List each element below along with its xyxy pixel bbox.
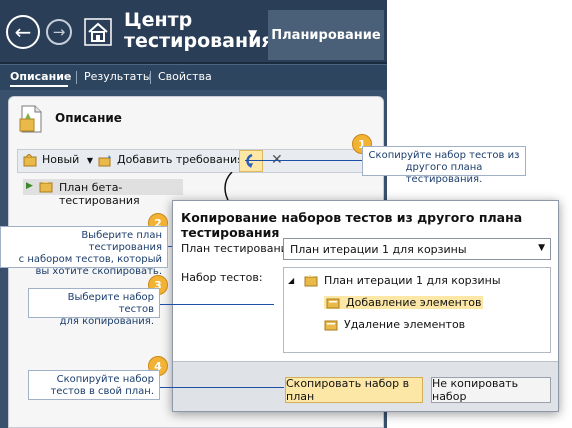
tree-item-label: Добавление элементов [346,296,482,309]
copy-suite-to-plan-button[interactable]: Скопировать набор в план [285,377,423,403]
callout-1: Скопируйте набор тестов из другого плана… [362,146,526,185]
subnav-description[interactable]: Описание [10,70,71,83]
expand-icon[interactable]: ▶ [26,181,33,191]
tree-item-label: Удаление элементов [344,318,466,331]
tree-root-label: План итерации 1 для корзины [324,274,501,287]
tree-item[interactable]: Добавление элементов [324,296,484,309]
tree-item-label: План бета-тестирования [59,181,140,207]
test-suite-tree: ◢ План итерации 1 для корзины Добавление… [283,267,551,353]
active-indicator [10,85,68,87]
panel-title: Описание [55,111,122,125]
test-plan-select[interactable]: План итерации 1 для корзины ▼ [283,238,551,260]
new-icon [23,153,37,166]
callout-text: Скопируйте набор [56,374,154,385]
description-icon [19,105,42,133]
home-icon [84,18,112,46]
callout-text: другого плана тестирования. [405,162,483,185]
callout-3: Выберите набор тестов для копирования. [28,288,160,327]
forward-button[interactable]: → [46,19,72,45]
tree-item[interactable]: ▶ План бета-тестирования [23,179,183,207]
callout-text: Скопируйте набор тестов из [368,150,520,161]
new-label: Новый [42,153,80,166]
chevron-down-icon[interactable]: ▼ [248,27,257,41]
home-button[interactable] [84,18,112,46]
sub-navigation: Описание Результаты Свойства [0,64,387,90]
copy-suite-icon [246,153,253,168]
test-suite-icon [326,298,340,309]
tree-item[interactable]: Удаление элементов [324,318,465,331]
test-plan-select-value: План итерации 1 для корзины [290,243,467,256]
back-icon: ← [14,20,32,44]
test-plan-icon [39,181,53,193]
chevron-down-icon[interactable]: ▼ [538,243,545,253]
callout-line [168,246,172,247]
divider [150,71,151,84]
plan-label: План тестирования: [181,242,299,255]
chevron-down-icon[interactable]: ▼ [87,156,93,165]
callout-text: тестов в свой план. [50,386,154,397]
app-header: ← → Центр тестирования ▼ Планирование [0,0,387,64]
subnav-results[interactable]: Результаты [84,70,152,83]
test-plan-icon [304,275,318,287]
add-requirements-icon [98,154,111,166]
add-requirements-button[interactable]: Добавить требования [98,153,244,167]
toolbar: Новый ▼ Добавить требования ✕ [17,149,375,173]
add-requirements-label: Добавить требования [117,153,244,166]
divider [76,71,77,84]
copy-suite-button[interactable] [239,150,263,172]
callout-line [160,387,284,388]
tab-planning[interactable]: Планирование [268,10,384,60]
callout-text: вы хотите скопировать. [35,266,162,277]
forward-icon: → [52,22,66,41]
callout-2: Выберите план тестирования с набором тес… [0,226,168,277]
back-button[interactable]: ← [6,15,40,49]
subnav-properties[interactable]: Свойства [158,70,212,83]
callout-text: Выберите набор тестов [67,292,154,315]
dialog-title: Копирование наборов тестов из другого пл… [181,210,523,240]
callout-line [245,160,363,161]
callout-4: Скопируйте набор тестов в свой план. [28,370,160,400]
callout-line [160,304,274,305]
do-not-copy-button[interactable]: Не копировать набор [431,377,551,403]
callout-text: Выберите план тестирования [81,230,162,253]
callout-text: для копирования. [59,316,154,327]
tree-root[interactable]: План итерации 1 для корзины [304,274,501,287]
new-button[interactable]: Новый ▼ [23,153,93,167]
collapse-icon[interactable]: ◢ [288,276,294,285]
test-suite-icon [324,320,338,331]
suite-label: Набор тестов: [181,271,263,284]
copy-suite-dialog: Копирование наборов тестов из другого пл… [172,200,559,412]
callout-text: с набором тестов, который [18,254,162,265]
